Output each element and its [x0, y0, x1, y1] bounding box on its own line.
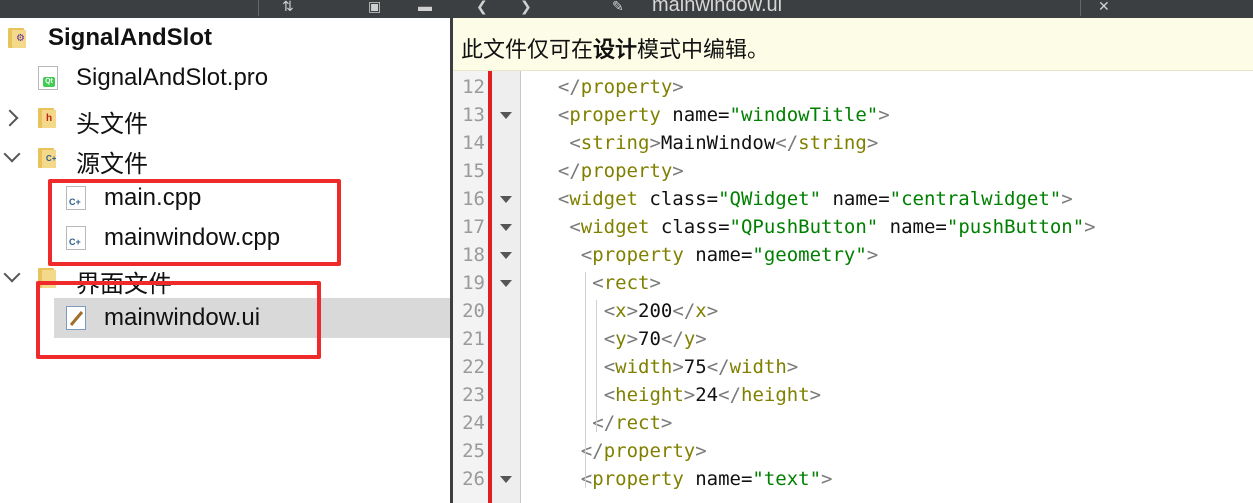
code-line[interactable]: <string>MainWindow</string> [569, 132, 878, 154]
line-number: 19 [462, 272, 485, 294]
line-number: 18 [462, 244, 485, 266]
tree-item-sources[interactable]: C+ 源文件 [0, 138, 450, 178]
tree-item-pro-file[interactable]: Qt SignalAndSlot.pro [0, 58, 450, 98]
code-line[interactable]: </property> [558, 76, 684, 98]
line-number: 14 [462, 132, 485, 154]
fold-arrow-icon[interactable] [500, 196, 512, 203]
tree-item-label: SignalAndSlot.pro [76, 64, 269, 91]
fold-arrow-icon[interactable] [500, 252, 512, 259]
toolbar-divider [258, 0, 259, 16]
header-folder-icon: h [38, 106, 56, 128]
new-file-icon[interactable]: ▣ [368, 0, 381, 14]
read-only-banner: 此文件仅可在设计模式中编辑。 [453, 18, 1253, 71]
document-title[interactable]: mainwindow.ui [652, 0, 782, 17]
indent-guide [584, 272, 586, 488]
fold-arrow-icon[interactable] [500, 112, 512, 119]
line-number: 17 [462, 216, 485, 238]
line-number: 15 [462, 160, 485, 182]
chevron-right-icon[interactable] [1, 109, 19, 127]
tree-item-project[interactable]: ⚙ SignalAndSlot [0, 18, 450, 58]
line-number: 25 [462, 440, 485, 462]
toolbar: ⇅ ▣ ▬ ❮ ❯ ✎ mainwindow.ui ✕ [0, 0, 1253, 18]
fold-arrow-icon[interactable] [500, 280, 512, 287]
line-number: 26 [462, 468, 485, 490]
code-line[interactable]: <property name="windowTitle"> [558, 104, 890, 126]
line-number: 24 [462, 412, 485, 434]
highlight-box-ui [36, 281, 321, 359]
code-line[interactable]: <property name="text"> [581, 468, 833, 490]
back-icon[interactable]: ❮ [476, 0, 488, 14]
source-folder-icon: C+ [38, 146, 56, 168]
collapse-icon[interactable]: ▬ [418, 0, 432, 14]
code-line[interactable]: <widget class="QWidget" name="centralwid… [558, 188, 1073, 210]
line-number: 21 [462, 328, 485, 350]
forward-icon[interactable]: ❯ [520, 0, 532, 14]
fold-arrow-icon[interactable] [500, 476, 512, 483]
line-number: 12 [462, 76, 485, 98]
chevron-down-icon[interactable] [3, 265, 21, 283]
banner-text: 此文件仅可在设计模式中编辑。 [461, 37, 770, 62]
line-number: 22 [462, 356, 485, 378]
code-line[interactable]: <width>75</width> [604, 356, 799, 378]
tree-item-label: 头文件 [76, 111, 148, 138]
close-document-icon[interactable]: ✕ [1098, 0, 1110, 14]
sort-icon[interactable]: ⇅ [282, 0, 294, 14]
line-number: 23 [462, 384, 485, 406]
gutter-separator [520, 71, 521, 503]
fold-arrow-icon[interactable] [500, 224, 512, 231]
code-line[interactable]: <y>70</y> [604, 328, 707, 350]
line-number: 20 [462, 300, 485, 322]
code-line[interactable]: </property> [581, 440, 707, 462]
code-line[interactable]: </rect> [592, 412, 672, 434]
tree-item-headers[interactable]: h 头文件 [0, 98, 450, 138]
project-name: SignalAndSlot [48, 24, 212, 51]
code-line[interactable]: <property name="geometry"> [581, 244, 878, 266]
code-line[interactable]: <widget class="QPushButton" name="pushBu… [569, 216, 1095, 238]
code-line[interactable]: <height>24</height> [604, 384, 821, 406]
project-folder-icon: ⚙ [8, 26, 26, 48]
project-tree: ⚙ SignalAndSlot Qt SignalAndSlot.pro h 头… [0, 18, 450, 503]
code-line[interactable]: <rect> [592, 272, 661, 294]
xml-editor[interactable]: 此文件仅可在设计模式中编辑。 12 </property> 13 <property … [453, 18, 1253, 503]
indent-guide [596, 300, 598, 432]
qt-project-file-icon: Qt [38, 66, 58, 90]
code-line[interactable]: <x>200</x> [604, 300, 718, 322]
line-number: 16 [462, 188, 485, 210]
ui-file-icon: ✎ [612, 0, 624, 14]
fold-column [492, 71, 520, 503]
highlight-box-sources [48, 179, 341, 266]
toolbar-divider [1080, 0, 1081, 16]
code-line[interactable]: </property> [558, 160, 684, 182]
tree-item-label: 源文件 [76, 151, 148, 178]
line-number: 13 [462, 104, 485, 126]
chevron-down-icon[interactable] [3, 145, 21, 163]
